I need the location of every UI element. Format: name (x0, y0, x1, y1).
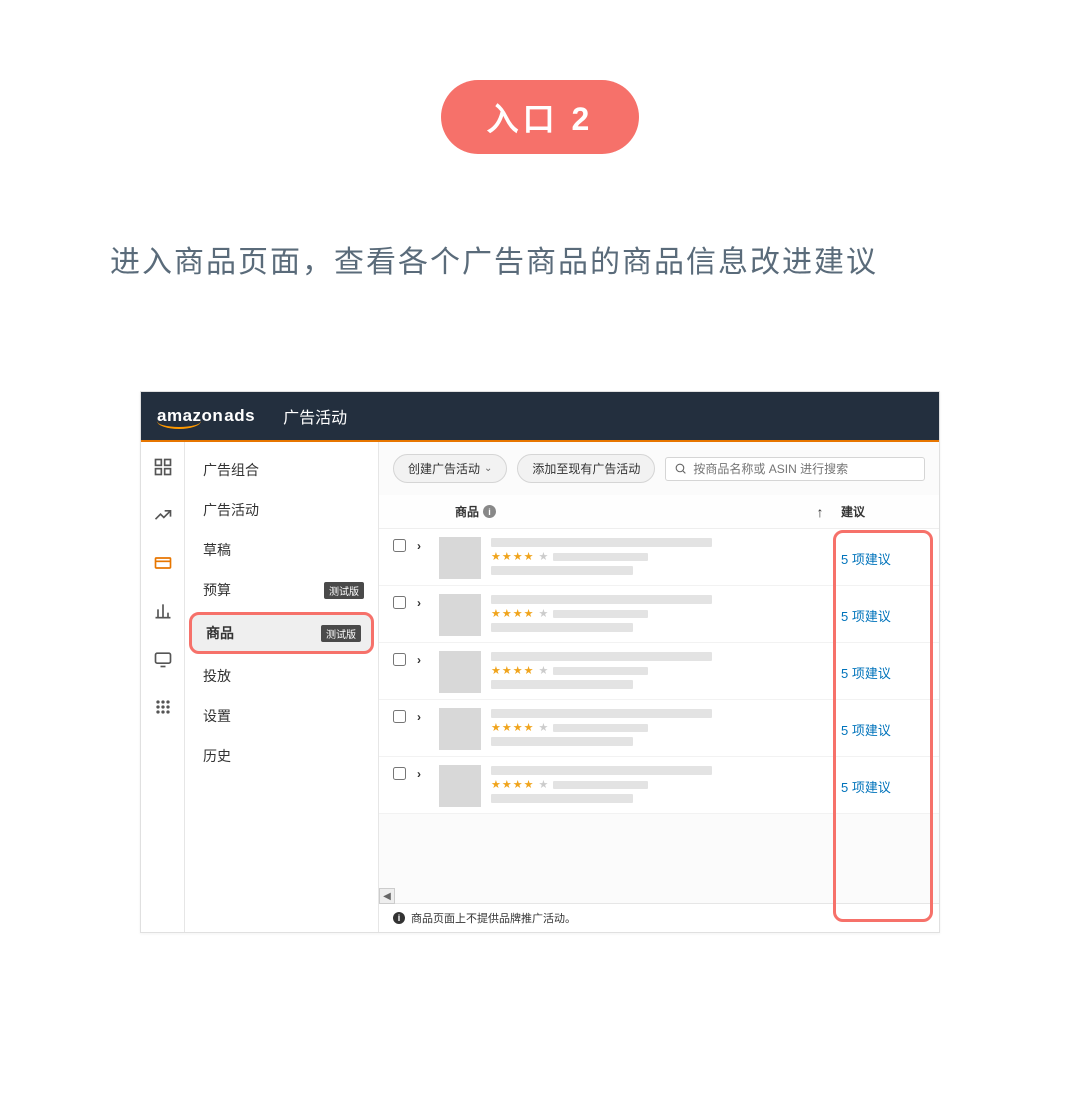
nav-item-budget[interactable]: 预算 测试版 (185, 570, 378, 610)
description-text: 进入商品页面，查看各个广告商品的商品信息改进建议 (0, 234, 1080, 291)
table-row: › ★★★★★ 5 项建议 (379, 757, 939, 814)
brand-amazon: amazon (157, 406, 223, 426)
button-label: 添加至现有广告活动 (532, 460, 640, 477)
expand-toggle[interactable]: › (417, 708, 439, 724)
info-icon: i (393, 912, 405, 924)
grid-icon[interactable] (152, 696, 174, 718)
dashboard-icon[interactable] (152, 456, 174, 478)
scroll-left-icon[interactable]: ◀ (379, 888, 395, 904)
row-checkbox[interactable] (393, 767, 406, 780)
placeholder-line (491, 709, 712, 718)
suggestion-link[interactable]: 5 项建议 (841, 663, 891, 682)
icon-rail (141, 442, 185, 932)
row-checkbox[interactable] (393, 710, 406, 723)
header-product: 商品 (455, 503, 479, 520)
sidebar-nav: 广告组合 广告活动 草稿 预算 测试版 商品 测试版 投放 (185, 442, 379, 932)
monitor-icon[interactable] (152, 648, 174, 670)
search-icon (674, 462, 687, 475)
placeholder-line (491, 595, 712, 604)
sort-arrow-icon[interactable]: ↑ (807, 504, 833, 520)
row-checkbox[interactable] (393, 539, 406, 552)
placeholder-line (491, 566, 633, 575)
nav-item-products[interactable]: 商品 测试版 (189, 612, 374, 654)
header-suggestion: 建议 (833, 503, 925, 520)
star-rating: ★★★★★ (491, 721, 807, 734)
star-rating: ★★★★★ (491, 607, 807, 620)
nav-item-history[interactable]: 历史 (185, 736, 378, 776)
trend-icon[interactable] (152, 504, 174, 526)
suggestion-link[interactable]: 5 项建议 (841, 777, 891, 796)
nav-label: 投放 (203, 666, 231, 686)
beta-badge: 测试版 (321, 625, 361, 642)
brand-ads: ads (224, 406, 255, 426)
nav-label: 广告组合 (203, 460, 259, 480)
nav-item-campaigns[interactable]: 广告活动 (185, 490, 378, 530)
nav-label: 广告活动 (203, 500, 259, 520)
product-thumbnail (439, 651, 481, 693)
table-row: › ★★★★★ 5 项建议 (379, 700, 939, 757)
expand-toggle[interactable]: › (417, 594, 439, 610)
button-label: 创建广告活动 (408, 460, 480, 477)
screenshot-panel: amazonads 广告活动 (140, 391, 940, 933)
product-thumbnail (439, 594, 481, 636)
info-icon[interactable]: i (483, 505, 496, 518)
beta-badge: 测试版 (324, 582, 364, 599)
placeholder-line (491, 766, 712, 775)
search-input[interactable] (693, 462, 916, 476)
entry-pill: 入口 2 (441, 80, 640, 154)
placeholder-line (491, 652, 712, 661)
bars-icon[interactable] (152, 600, 174, 622)
nav-label: 预算 (203, 580, 231, 600)
create-campaign-button[interactable]: 创建广告活动 ⌄ (393, 454, 507, 483)
nav-label: 设置 (203, 706, 231, 726)
star-rating: ★★★★★ (491, 550, 807, 563)
placeholder-line (491, 794, 633, 803)
placeholder-line (491, 623, 633, 632)
search-box[interactable] (665, 457, 925, 481)
chevron-down-icon: ⌄ (484, 463, 492, 474)
placeholder-line (491, 538, 712, 547)
table-header: 商品 i ↑ 建议 (379, 495, 939, 529)
topbar: amazonads 广告活动 (141, 392, 939, 440)
nav-item-drafts[interactable]: 草稿 (185, 530, 378, 570)
nav-label: 历史 (203, 746, 231, 766)
suggestion-link[interactable]: 5 项建议 (841, 606, 891, 625)
suggestion-link[interactable]: 5 项建议 (841, 720, 891, 739)
row-checkbox[interactable] (393, 653, 406, 666)
star-rating: ★★★★★ (491, 778, 807, 791)
product-thumbnail (439, 765, 481, 807)
table-row: › ★★★★★ 5 项建议 (379, 643, 939, 700)
card-icon[interactable] (152, 552, 174, 574)
product-thumbnail (439, 708, 481, 750)
add-to-campaign-button[interactable]: 添加至现有广告活动 (517, 454, 655, 483)
nav-label: 商品 (206, 623, 234, 643)
nav-item-settings[interactable]: 设置 (185, 696, 378, 736)
expand-toggle[interactable]: › (417, 765, 439, 781)
table-rows: › ★★★★★ 5 项建议 (379, 529, 939, 903)
footer-note-bar: i 商品页面上不提供品牌推广活动。 (379, 903, 939, 932)
expand-toggle[interactable]: › (417, 651, 439, 667)
table-row: › ★★★★★ 5 项建议 (379, 529, 939, 586)
nav-label: 草稿 (203, 540, 231, 560)
toolbar: 创建广告活动 ⌄ 添加至现有广告活动 (379, 442, 939, 495)
placeholder-line (491, 680, 633, 689)
nav-item-targeting[interactable]: 投放 (185, 656, 378, 696)
row-checkbox[interactable] (393, 596, 406, 609)
main-content: 创建广告活动 ⌄ 添加至现有广告活动 商品 (379, 442, 939, 932)
suggestion-link[interactable]: 5 项建议 (841, 549, 891, 568)
topbar-title: 广告活动 (283, 404, 347, 428)
footer-note-text: 商品页面上不提供品牌推广活动。 (411, 910, 576, 926)
brand-logo: amazonads (157, 406, 255, 426)
table-row: › ★★★★★ 5 项建议 (379, 586, 939, 643)
product-thumbnail (439, 537, 481, 579)
nav-item-portfolio[interactable]: 广告组合 (185, 450, 378, 490)
star-rating: ★★★★★ (491, 664, 807, 677)
expand-toggle[interactable]: › (417, 537, 439, 553)
placeholder-line (491, 737, 633, 746)
